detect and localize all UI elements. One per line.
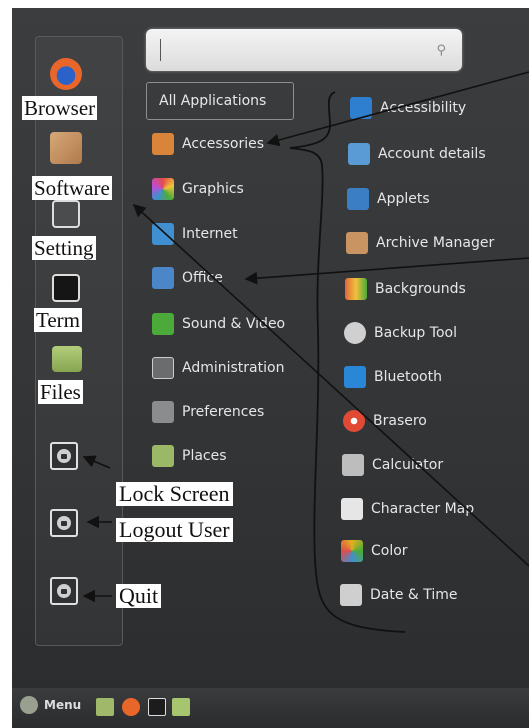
annotation-bracket: [289, 91, 406, 633]
annotation-arrow-accessories: [266, 71, 529, 147]
annotation-arrow-lock: [82, 455, 111, 469]
annotation-overlay: [82, 71, 529, 633]
annotation-arrow-office: [244, 257, 529, 285]
annotation-arrow-software: [132, 203, 529, 567]
